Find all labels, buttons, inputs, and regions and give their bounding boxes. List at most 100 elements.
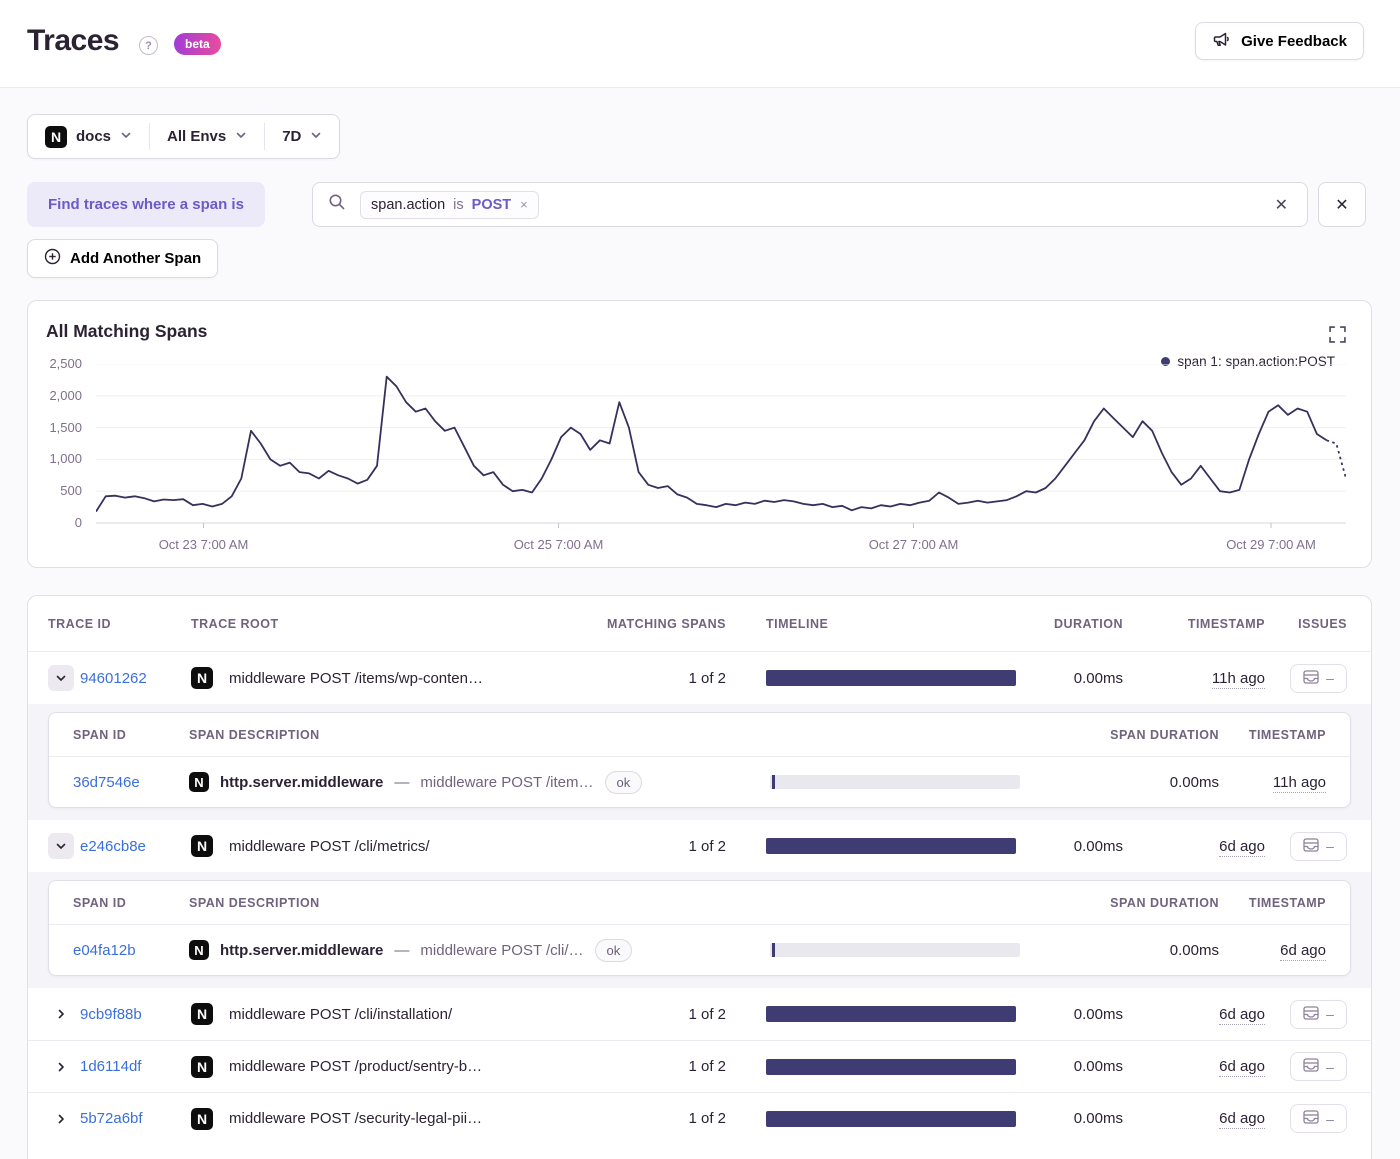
- expand-trace-button[interactable]: [48, 1001, 74, 1027]
- spans-line-chart: [96, 364, 1346, 528]
- trace-timestamp[interactable]: 11h ago: [1211, 669, 1265, 689]
- trace-root: middleware POST /security-legal-pii…: [229, 1110, 483, 1127]
- x-tick-label: Oct 25 7:00 AM: [513, 537, 604, 552]
- project-selector[interactable]: N docs: [28, 115, 149, 158]
- trace-duration: 0.00ms: [1073, 1110, 1123, 1127]
- y-tick-label: 500: [60, 483, 82, 499]
- timeline-bar: [766, 1006, 1016, 1022]
- span-duration: 0.00ms: [1169, 773, 1219, 791]
- timeline-bar: [766, 1058, 1016, 1075]
- span-duration: 0.00ms: [1169, 941, 1219, 959]
- page-title: Traces: [27, 24, 120, 57]
- span-timeline-track: [770, 943, 1020, 957]
- col-span-duration: SPAN DURATION: [1110, 895, 1219, 910]
- timeline-bar: [766, 1110, 1016, 1127]
- trace-duration: 0.00ms: [1073, 1058, 1123, 1075]
- add-another-span-button[interactable]: Add Another Span: [27, 239, 219, 278]
- y-tick-label: 2,500: [49, 356, 82, 371]
- give-feedback-label: Give Feedback: [1241, 32, 1347, 50]
- col-span-description: SPAN DESCRIPTION: [189, 727, 320, 742]
- col-matching-spans: MATCHING SPANS: [606, 616, 726, 631]
- trace-id-link[interactable]: 94601262: [80, 670, 147, 687]
- filter-token[interactable]: span.action is POST ×: [360, 190, 539, 219]
- col-trace-id: TRACE ID: [48, 616, 112, 631]
- issues-cell[interactable]: –: [1290, 1104, 1347, 1133]
- timeline-bar: [766, 838, 1016, 854]
- trace-root: middleware POST /items/wp-conten…: [229, 669, 483, 687]
- issues-count-placeholder: –: [1326, 1006, 1334, 1022]
- nextjs-project-logo: N: [191, 1003, 213, 1025]
- issues-icon: [1303, 1005, 1319, 1023]
- span-search-input[interactable]: span.action is POST × ✕: [312, 182, 1308, 227]
- issues-cell[interactable]: –: [1290, 663, 1347, 693]
- span-timestamp[interactable]: 6d ago: [1280, 941, 1326, 961]
- col-span-description: SPAN DESCRIPTION: [189, 895, 320, 910]
- span-timeline-track: [770, 775, 1020, 789]
- span-row: 36d7546e N http.server.middleware — midd…: [49, 757, 1350, 807]
- trace-row: 9cb9f88b N middleware POST /cli/installa…: [28, 988, 1371, 1040]
- span-status-badge: ok: [594, 938, 633, 962]
- x-tick-label: Oct 23 7:00 AM: [158, 537, 249, 552]
- trace-root: middleware POST /product/sentry-b…: [229, 1058, 483, 1075]
- span-description: middleware POST /cli/…: [420, 941, 584, 959]
- span-timestamp[interactable]: 11h ago: [1272, 773, 1326, 793]
- trace-timestamp[interactable]: 6d ago: [1219, 837, 1265, 857]
- plus-circle-icon: [44, 248, 61, 269]
- give-feedback-button[interactable]: Give Feedback: [1195, 22, 1364, 60]
- trace-id-link[interactable]: 1d6114df: [80, 1058, 141, 1075]
- y-axis: 0 500 1,000 1,500 2,000 2,500: [28, 301, 89, 569]
- span-id-link[interactable]: e04fa12b: [73, 942, 136, 959]
- close-icon: ✕: [1335, 196, 1349, 214]
- span-operation: http.server.middleware: [220, 941, 384, 959]
- collapse-trace-button[interactable]: [48, 833, 74, 859]
- issues-count-placeholder: –: [1326, 1058, 1334, 1075]
- expand-trace-button[interactable]: [48, 1054, 74, 1080]
- nextjs-project-logo: N: [45, 125, 67, 148]
- col-trace-root: TRACE ROOT: [191, 616, 279, 631]
- fullscreen-icon[interactable]: [1329, 326, 1347, 344]
- separator: —: [394, 941, 410, 959]
- search-icon: [328, 193, 346, 216]
- spans-subtable-header: SPAN ID SPAN DESCRIPTION SPAN DURATION T…: [49, 881, 1350, 925]
- col-span-timestamp: TIMESTAMP: [1248, 895, 1326, 910]
- trace-timestamp[interactable]: 6d ago: [1219, 1005, 1265, 1025]
- clear-search-icon[interactable]: ✕: [1271, 191, 1292, 219]
- col-span-id: SPAN ID: [73, 895, 127, 910]
- issues-cell[interactable]: –: [1290, 1052, 1347, 1081]
- issues-cell[interactable]: –: [1290, 999, 1347, 1029]
- page-header: Traces ? beta Give Feedback: [0, 0, 1400, 88]
- trace-timestamp[interactable]: 6d ago: [1219, 1110, 1265, 1129]
- trace-duration: 0.00ms: [1073, 1005, 1123, 1023]
- issues-cell[interactable]: –: [1290, 831, 1347, 861]
- span-description: middleware POST /item…: [420, 773, 594, 791]
- collapse-trace-button[interactable]: [48, 665, 74, 691]
- matching-spans-count: 1 of 2: [688, 669, 726, 687]
- trace-timestamp[interactable]: 6d ago: [1219, 1058, 1265, 1077]
- spans-subtable: SPAN ID SPAN DESCRIPTION SPAN DURATION T…: [48, 712, 1351, 808]
- trace-id-link[interactable]: 5b72a6bf: [80, 1110, 143, 1127]
- span-id-link[interactable]: 36d7546e: [73, 774, 140, 791]
- y-tick-label: 1,000: [49, 451, 82, 467]
- traces-table: TRACE ID TRACE ROOT MATCHING SPANS TIMEL…: [27, 595, 1372, 1159]
- environment-selector[interactable]: All Envs: [150, 115, 264, 158]
- y-tick-label: 2,000: [49, 387, 82, 403]
- matching-spans-count: 1 of 2: [688, 837, 726, 855]
- chevron-down-icon: [120, 128, 132, 145]
- remove-token-icon[interactable]: ×: [520, 197, 528, 212]
- trace-id-link[interactable]: e246cb8e: [80, 838, 146, 855]
- remove-span-filter-button[interactable]: ✕: [1318, 182, 1366, 227]
- separator: —: [394, 773, 410, 791]
- x-tick-label: Oct 27 7:00 AM: [868, 537, 959, 552]
- filter-token-key: span.action: [371, 196, 446, 213]
- help-icon[interactable]: ?: [139, 36, 158, 55]
- expand-trace-button[interactable]: [48, 1106, 74, 1132]
- issues-icon: [1303, 1058, 1319, 1075]
- trace-root: middleware POST /cli/installation/: [229, 1005, 453, 1023]
- date-range-selector[interactable]: 7D: [265, 115, 339, 158]
- traces-table-header: TRACE ID TRACE ROOT MATCHING SPANS TIMEL…: [28, 596, 1371, 652]
- trace-id-link[interactable]: 9cb9f88b: [80, 1006, 142, 1023]
- nextjs-project-logo: N: [191, 667, 213, 689]
- col-timestamp: TIMESTAMP: [1187, 616, 1265, 631]
- expanded-spans-panel: SPAN ID SPAN DESCRIPTION SPAN DURATION T…: [28, 872, 1371, 988]
- project-selector-label: docs: [76, 128, 112, 145]
